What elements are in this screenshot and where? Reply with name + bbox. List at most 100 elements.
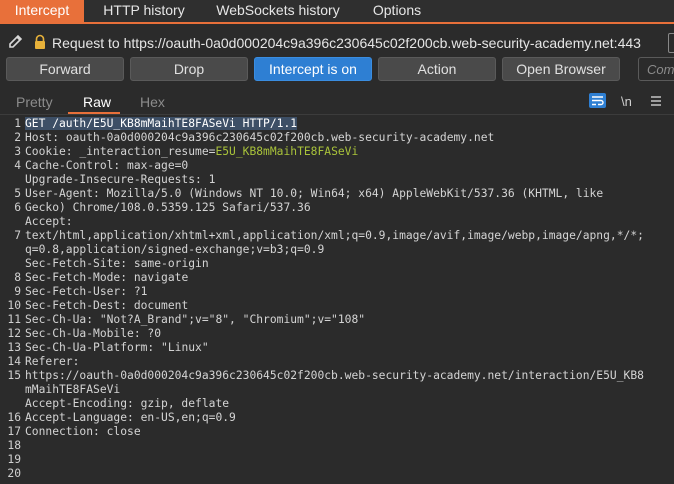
header-value: same-origin [127, 257, 209, 270]
request-editor[interactable]: 1 2 3 4 5 6 7 8 9 10 11 12 13 14 15 16 17 18 19 20 GET /aut… [0, 117, 674, 484]
line-number: 20 [7, 467, 21, 480]
request-line[interactable]: Sec-Fetch-User: ?1 [25, 285, 670, 299]
line-number-gutter: 1 2 3 4 5 6 7 8 9 10 11 12 13 14 15 16 17 18 19 20 [0, 117, 21, 481]
overflow-indicator [668, 33, 674, 53]
tab-underline [0, 22, 674, 24]
pencil-icon[interactable] [7, 33, 25, 51]
header-value: _interaction_resume [72, 145, 209, 158]
line-number [0, 257, 21, 271]
header-name: Accept-Encoding: [25, 397, 134, 410]
line-number: 12 [7, 327, 21, 340]
request-line[interactable]: q=0.8,application/signed-exchange;v=b3;q… [25, 243, 670, 257]
intercept-toggle-button[interactable]: Intercept is on [254, 57, 372, 81]
show-newlines-button[interactable]: \n [621, 94, 632, 109]
drop-button[interactable]: Drop [130, 57, 248, 81]
line-number: 4 [14, 159, 21, 172]
header-name: Sec-Fetch-Mode: [25, 271, 128, 284]
word-wrap-icon[interactable] [589, 93, 606, 108]
request-line[interactable]: Sec-Fetch-Dest: document [25, 299, 670, 313]
line-number: 18 [7, 439, 21, 452]
continuation-text: https://oauth-0a0d000204c9a396c230645c02… [25, 369, 644, 382]
header-value: close [99, 425, 141, 438]
line-number [0, 215, 21, 229]
request-line[interactable]: Accept-Encoding: gzip, deflate [25, 397, 670, 411]
request-line[interactable]: Upgrade-Insecure-Requests: 1 [25, 173, 670, 187]
line-number: 2 [14, 131, 21, 144]
request-line[interactable]: https://oauth-0a0d000204c9a396c230645c02… [25, 369, 670, 383]
tab-websockets-history[interactable]: WebSockets history [208, 0, 348, 22]
header-name: Sec-Ch-Ua-Platform: [25, 341, 155, 354]
line-number: 19 [7, 453, 21, 466]
request-line[interactable]: Cache-Control: max-age=0 [25, 159, 670, 173]
request-line-text: GET /auth/E5U_KB8mMaihTE8FASeVi HTTP/1.1 [25, 117, 298, 130]
view-tab-bar: Pretty Raw Hex [0, 90, 674, 114]
request-line[interactable]: mMaihTE8FASeVi [25, 383, 670, 397]
header-name: Referer: [25, 355, 80, 368]
request-line[interactable]: Connection: close [25, 425, 670, 439]
line-number: 10 [7, 299, 21, 312]
tab-intercept[interactable]: Intercept [0, 0, 84, 22]
tab-hex[interactable]: Hex [140, 94, 165, 110]
request-line[interactable]: Sec-Ch-Ua: "Not?A_Brand";v="8", "Chromiu… [25, 313, 670, 327]
request-line[interactable]: Accept-Language: en-US,en;q=0.9 [25, 411, 670, 425]
menu-icon[interactable] [650, 95, 662, 107]
header-name: Sec-Ch-Ua-Mobile: [25, 327, 141, 340]
line-number: 17 [7, 425, 21, 438]
line-number [0, 383, 21, 397]
tab-pretty[interactable]: Pretty [16, 94, 53, 110]
request-line[interactable]: Sec-Ch-Ua-Platform: "Linux" [25, 341, 670, 355]
header-name: Accept-Language: [25, 411, 134, 424]
request-line[interactable]: Sec-Fetch-Site: same-origin [25, 257, 670, 271]
tab-options[interactable]: Options [362, 0, 432, 22]
request-text[interactable]: GET /auth/E5U_KB8mMaihTE8FASeVi HTTP/1.1… [25, 117, 670, 481]
line-number: 5 [14, 187, 21, 200]
request-bar: Request to https://oauth-0a0d000204c9a39… [0, 28, 674, 56]
header-name: Cookie: [25, 145, 73, 158]
tab-raw[interactable]: Raw [83, 94, 111, 110]
line-number: 1 [14, 117, 21, 130]
request-line[interactable]: Referer: [25, 355, 670, 369]
line-number: 14 [7, 355, 21, 368]
header-name: Sec-Fetch-User: [25, 285, 128, 298]
request-line[interactable]: Gecko) Chrome/108.0.5359.125 Safari/537.… [25, 201, 670, 215]
tab-http-history[interactable]: HTTP history [95, 0, 193, 22]
header-value: ?1 [127, 285, 148, 298]
header-name: Accept: [25, 215, 73, 228]
header-value: 1 [201, 173, 216, 186]
header-name: Sec-Ch-Ua: [25, 313, 94, 326]
continuation-text: Gecko) Chrome/108.0.5359.125 Safari/537.… [25, 201, 311, 214]
header-name: User-Agent: [25, 187, 100, 200]
line-number: 6 [14, 201, 21, 214]
request-line[interactable]: Host: oauth-0a0d000204c9a396c230645c02f2… [25, 131, 670, 145]
request-line[interactable] [25, 467, 670, 481]
line-number: 15 [7, 369, 21, 382]
request-line[interactable]: GET /auth/E5U_KB8mMaihTE8FASeVi HTTP/1.1 [25, 117, 670, 131]
line-number: 9 [14, 285, 21, 298]
top-tab-bar: Intercept HTTP history WebSockets histor… [0, 0, 674, 24]
header-value: max-age=0 [120, 159, 189, 172]
request-line[interactable]: Sec-Fetch-Mode: navigate [25, 271, 670, 285]
line-number: 7 [14, 229, 21, 242]
continuation-text: q=0.8,application/signed-exchange;v=b3;q… [25, 243, 325, 256]
request-line[interactable]: User-Agent: Mozilla/5.0 (Windows NT 10.0… [25, 187, 670, 201]
header-value: "Linux" [154, 341, 209, 354]
request-line[interactable] [25, 453, 670, 467]
header-name: Host: [25, 131, 60, 144]
open-browser-button[interactable]: Open Browser [502, 57, 620, 81]
lock-icon [35, 34, 45, 49]
request-line[interactable]: Sec-Ch-Ua-Mobile: ?0 [25, 327, 670, 341]
header-value: "Not?A_Brand";v="8", "Chromium";v="108" [93, 313, 366, 326]
comment-field[interactable]: Comm [638, 57, 674, 81]
line-number [0, 243, 21, 257]
request-line[interactable]: text/html,application/xhtml+xml,applicat… [25, 229, 670, 243]
line-number: 11 [7, 313, 21, 326]
divider [0, 114, 674, 115]
header-value: navigate [127, 271, 189, 284]
action-button[interactable]: Action [378, 57, 496, 81]
request-line[interactable]: Cookie: _interaction_resume=E5U_KB8mMaih… [25, 145, 670, 159]
comment-placeholder: Comm [647, 62, 674, 77]
request-line[interactable]: Accept: [25, 215, 670, 229]
request-line[interactable] [25, 439, 670, 453]
header-name: Upgrade-Insecure-Requests: [25, 173, 202, 186]
forward-button[interactable]: Forward [6, 57, 124, 81]
